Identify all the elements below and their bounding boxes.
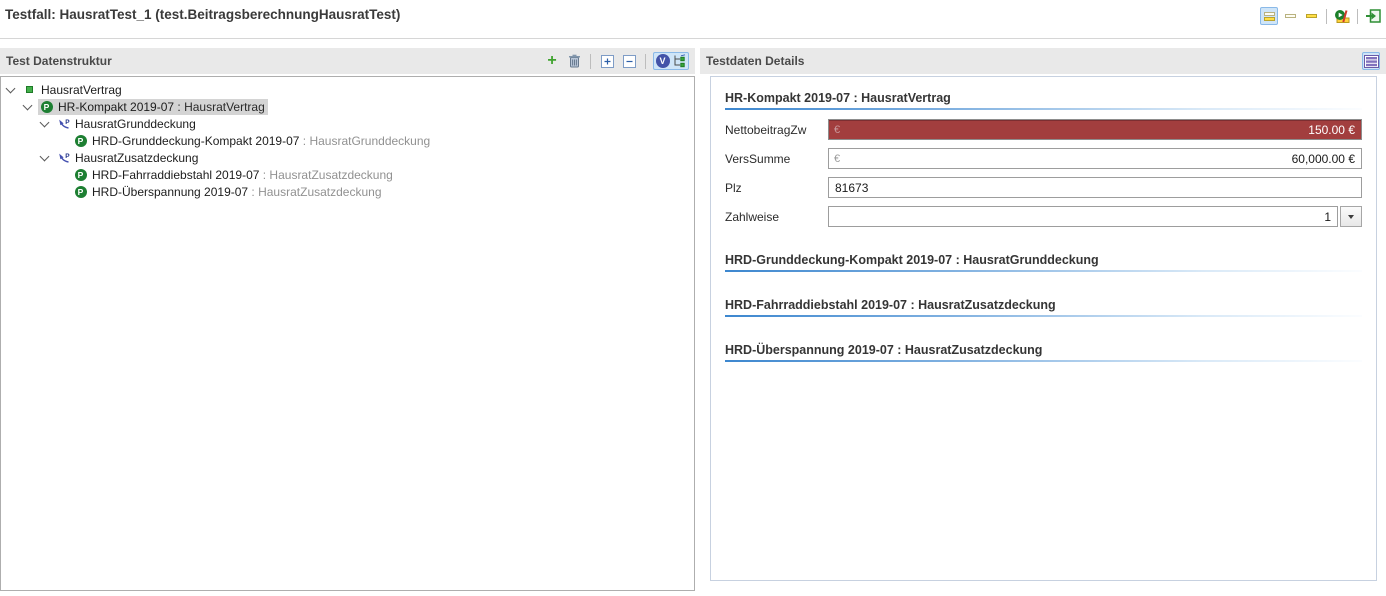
- product-cmpt-icon: P: [73, 186, 88, 198]
- run-test-icon[interactable]: [1333, 7, 1351, 25]
- delete-icon[interactable]: [565, 52, 583, 70]
- association-icon: P: [56, 152, 71, 164]
- section-underline: [725, 108, 1362, 110]
- svg-text:P: P: [65, 152, 70, 159]
- toolbar-separator: [1326, 9, 1327, 24]
- section-title: HR-Kompakt 2019-07 : HausratVertrag: [725, 91, 1362, 105]
- tree-item[interactable]: P HRD-Fahrraddiebstahl 2019-07 : HausratZ…: [1, 166, 694, 183]
- association-icon: P: [56, 118, 71, 130]
- tree-item[interactable]: HausratVertrag: [1, 81, 694, 98]
- test-structure-panel: Test Datenstruktur +V HausratVertragPHR-…: [0, 48, 695, 591]
- field-value: 81673: [829, 181, 1361, 195]
- tree-item-type: : HausratGrunddeckung: [299, 134, 430, 148]
- product-cmpt-icon: P: [39, 101, 54, 113]
- section-title: HRD-Überspannung 2019-07 : HausratZusatz…: [725, 343, 1362, 357]
- tree-item-content[interactable]: P HR-Kompakt 2019-07 : HausratVertrag: [38, 99, 268, 115]
- tree-item-type: : HausratVertrag: [174, 100, 265, 114]
- tree-item-content[interactable]: P HausratGrunddeckung: [55, 116, 199, 132]
- tree-item[interactable]: P HRD-Überspannung 2019-07 : HausratZusat…: [1, 183, 694, 200]
- test-details-title: Testdaten Details: [706, 54, 804, 68]
- tree-item-label: HRD-Grunddeckung-Kompakt 2019-07: [92, 134, 299, 148]
- field-row: Plz81673: [725, 177, 1362, 198]
- chevron-down-icon[interactable]: [40, 117, 50, 127]
- chevron-down-icon: [1348, 215, 1354, 219]
- field-value: 60,000.00 €: [829, 152, 1361, 166]
- field-label: Zahlweise: [725, 210, 828, 224]
- plz-field[interactable]: 81673: [828, 177, 1362, 198]
- tree-item-content[interactable]: P HausratZusatzdeckung: [55, 150, 201, 166]
- tree-item-label: HRD-Überspannung 2019-07: [92, 185, 248, 199]
- show-associations-icon[interactable]: [671, 52, 689, 70]
- toolbar-separator: [1357, 9, 1358, 24]
- section-layout-icon[interactable]: [1362, 52, 1380, 70]
- section-title: HRD-Fahrraddiebstahl 2019-07 : HausratZu…: [725, 298, 1362, 312]
- show-values-icon[interactable]: V: [653, 52, 671, 70]
- details-box: HR-Kompakt 2019-07 : HausratVertrag Netto…: [710, 76, 1377, 581]
- field-row: VersSumme€60,000.00 €: [725, 148, 1362, 169]
- verssumme-field[interactable]: €60,000.00 €: [828, 148, 1362, 169]
- tree-item-label: HR-Kompakt 2019-07: [58, 100, 174, 114]
- tree-item[interactable]: P HR-Kompakt 2019-07 : HausratVertrag: [1, 98, 694, 115]
- add-icon[interactable]: +: [543, 52, 561, 70]
- tree-item[interactable]: P HRD-Grunddeckung-Kompakt 2019-07 : Haus…: [1, 132, 694, 149]
- collapse-all-icon[interactable]: [620, 52, 638, 70]
- test-structure-tree: HausratVertrag P HR-Kompakt 2019-07 : Haus…: [0, 76, 695, 591]
- zahlweise-field[interactable]: 1: [828, 206, 1338, 227]
- svg-text:P: P: [65, 118, 70, 125]
- field-value: 1: [829, 210, 1337, 224]
- field-label: Plz: [725, 181, 828, 195]
- currency-prefix: €: [834, 124, 840, 136]
- tree-item-type: : HausratZusatzdeckung: [248, 185, 381, 199]
- tree-item[interactable]: P HausratGrunddeckung: [1, 115, 694, 132]
- test-structure-title: Test Datenstruktur: [6, 54, 112, 68]
- chevron-down-icon[interactable]: [6, 83, 16, 93]
- field-row: NettobeitragZw€150.00 €: [725, 119, 1362, 140]
- tree-item-content[interactable]: HausratVertrag: [21, 82, 125, 98]
- tree-item-content[interactable]: P HRD-Grunddeckung-Kompakt 2019-07 : Haus…: [72, 133, 433, 149]
- tree-item-content[interactable]: P HRD-Fahrraddiebstahl 2019-07 : HausratZ…: [72, 167, 396, 183]
- layout-top-pane-icon[interactable]: [1281, 7, 1299, 25]
- field-label: VersSumme: [725, 152, 828, 166]
- section-title: HRD-Grunddeckung-Kompakt 2019-07 : Hausr…: [725, 253, 1362, 267]
- tree-item-label: HausratZusatzdeckung: [75, 151, 198, 165]
- tree-item-label: HRD-Fahrraddiebstahl 2019-07: [92, 168, 259, 182]
- tree-item[interactable]: P HausratZusatzdeckung: [1, 149, 694, 166]
- field-value: 150.00 €: [829, 123, 1361, 137]
- product-cmpt-icon: P: [73, 135, 88, 147]
- tree-item-content[interactable]: P HRD-Überspannung 2019-07 : HausratZusat…: [72, 184, 385, 200]
- layout-bottom-pane-icon[interactable]: [1302, 7, 1320, 25]
- page-title: Testfall: HausratTest_1 (test.Beitragsbe…: [5, 7, 400, 22]
- window-toolbar: [1260, 6, 1382, 26]
- layout-split-icon[interactable]: [1260, 7, 1278, 25]
- toolbar-separator: [645, 54, 646, 69]
- tree-item-label: HausratVertrag: [41, 83, 122, 97]
- test-structure-toolbar: +V: [543, 52, 689, 70]
- field-row: Zahlweise1: [725, 206, 1362, 227]
- section-underline: [725, 360, 1362, 362]
- toolbar-separator: [590, 54, 591, 69]
- test-details-panel: Testdaten Details HR-Kompakt 2019-07 : H…: [700, 48, 1386, 581]
- section-underline: [725, 315, 1362, 317]
- nettobeitragzw-field[interactable]: €150.00 €: [828, 119, 1362, 140]
- dropdown-button[interactable]: [1340, 206, 1362, 227]
- policy-class-icon: [22, 86, 37, 93]
- tree-item-type: : HausratZusatzdeckung: [259, 168, 392, 182]
- expand-all-icon[interactable]: [598, 52, 616, 70]
- product-cmpt-icon: P: [73, 169, 88, 181]
- title-separator: [0, 38, 1386, 39]
- test-details-toolbar: [1362, 52, 1380, 70]
- navigate-to-test-icon[interactable]: [1364, 7, 1382, 25]
- chevron-down-icon[interactable]: [23, 100, 33, 110]
- section-underline: [725, 270, 1362, 272]
- tree-item-label: HausratGrunddeckung: [75, 117, 196, 131]
- field-label: NettobeitragZw: [725, 123, 828, 137]
- chevron-down-icon[interactable]: [40, 151, 50, 161]
- test-structure-header: Test Datenstruktur +V: [0, 48, 695, 74]
- test-details-header: Testdaten Details: [700, 48, 1386, 74]
- currency-prefix: €: [834, 153, 840, 165]
